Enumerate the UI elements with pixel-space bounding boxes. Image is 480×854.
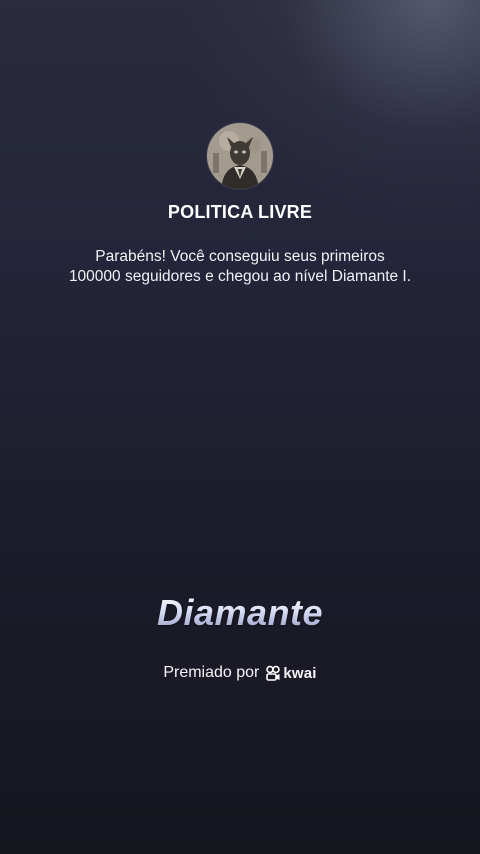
achievement-screen: POLITICA LIVRE Parabéns! Você conseguiu … (0, 0, 480, 854)
level-title: Diamante (0, 592, 480, 634)
account-name: POLITICA LIVRE (167, 202, 313, 222)
brand-logo: kwai (265, 665, 316, 682)
achievement-message: Parabéns! Você conseguiu seus primeiros … (40, 247, 440, 287)
profile-photo-icon (207, 123, 273, 189)
achievement-message-line-1: Parabéns! Você conseguiu seus primeiros (95, 248, 385, 265)
kwai-logo-icon (266, 665, 281, 681)
brand-name: kwai (283, 664, 317, 682)
awarded-by: Premiado por kwai (0, 664, 480, 682)
avatar[interactable] (207, 123, 273, 189)
awarded-by-label: Premiado por (163, 664, 260, 681)
achievement-message-line-2: 100000 seguidores e chegou ao nível Diam… (68, 268, 412, 285)
